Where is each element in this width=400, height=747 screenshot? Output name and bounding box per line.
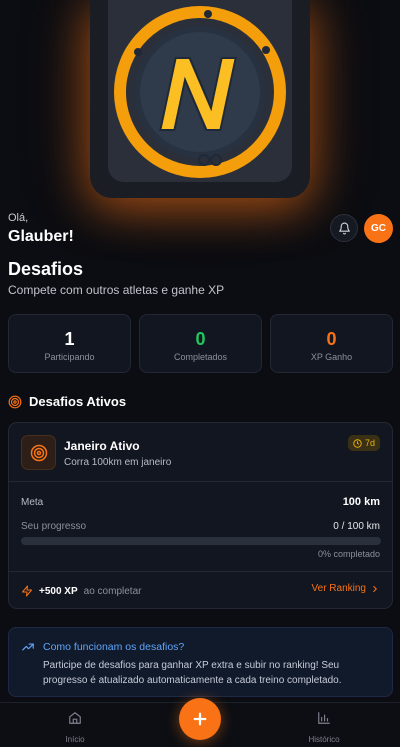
view-ranking-label: Ver Ranking (311, 583, 366, 594)
challenge-card[interactable]: Janeiro Ativo Corra 100km em janeiro 7d … (8, 422, 393, 609)
stat-xp-earned: 0 XP Ganho (270, 314, 393, 373)
section-title: Desafios Ativos (29, 394, 127, 409)
nav-history-label: Histórico (308, 735, 340, 744)
bell-icon (338, 222, 350, 234)
user-name: Glauber! (8, 228, 74, 245)
lightning-icon (22, 585, 32, 597)
goal-label: Meta (21, 497, 44, 508)
avatar[interactable]: GC (364, 214, 393, 243)
stat-participating: 1 Participando (8, 314, 131, 373)
percent-completed: 0% completado (317, 549, 380, 559)
trending-up-icon (22, 643, 34, 651)
stat-label: Participando (44, 352, 95, 362)
info-title: Como funcionam os desafios? (43, 641, 185, 653)
progress-bar (21, 537, 381, 545)
view-ranking-link[interactable]: Ver Ranking (312, 583, 380, 594)
target-icon (8, 395, 22, 408)
days-left-text: 7d (364, 438, 375, 448)
info-text: Participe de desafios para ganhar XP ext… (43, 660, 342, 686)
app-logo (108, 0, 292, 182)
stat-value: 0 (326, 329, 337, 349)
challenge-icon-box (21, 435, 56, 470)
page-title: Desafios (8, 259, 84, 279)
chevron-right-icon (373, 585, 377, 592)
clock-icon (353, 438, 362, 448)
bar-chart-icon (318, 712, 330, 724)
stat-value: 0 (195, 329, 206, 349)
progress-value: 0 / 100 km (333, 521, 380, 532)
stat-value: 1 (64, 329, 75, 349)
stat-completed: 0 Completados (139, 314, 262, 373)
divider (9, 571, 392, 572)
xp-reward: +500 XP ao completar (21, 585, 141, 597)
home-icon (69, 712, 81, 724)
nav-home-label: Início (65, 735, 85, 744)
section-header: Desafios Ativos (8, 394, 126, 409)
nav-home[interactable]: Início (35, 711, 115, 744)
target-icon (30, 444, 47, 461)
page-subtitle: Compete com outros atletas e ganhe XP (8, 283, 225, 297)
stat-label: Completados (173, 352, 228, 362)
days-left-badge: 7d (347, 435, 380, 451)
greeting-label: Olá, (8, 212, 29, 224)
divider (9, 481, 392, 482)
notifications-button[interactable] (330, 214, 358, 242)
stat-label: XP Ganho (310, 352, 353, 362)
xp-amount: +500 XP (39, 585, 78, 597)
progress-label: Seu progresso (21, 521, 87, 532)
app-logo-frame (90, 0, 310, 198)
goal-value: 100 km (342, 496, 380, 508)
nav-history[interactable]: Histórico (284, 711, 364, 744)
plus-icon (193, 712, 207, 726)
info-box: Como funcionam os desafios? Participe de… (8, 627, 393, 697)
xp-suffix: ao completar (83, 585, 142, 597)
challenge-title: Janeiro Ativo (64, 439, 140, 453)
add-workout-button[interactable] (179, 698, 221, 740)
challenge-description: Corra 100km em janeiro (64, 457, 172, 468)
